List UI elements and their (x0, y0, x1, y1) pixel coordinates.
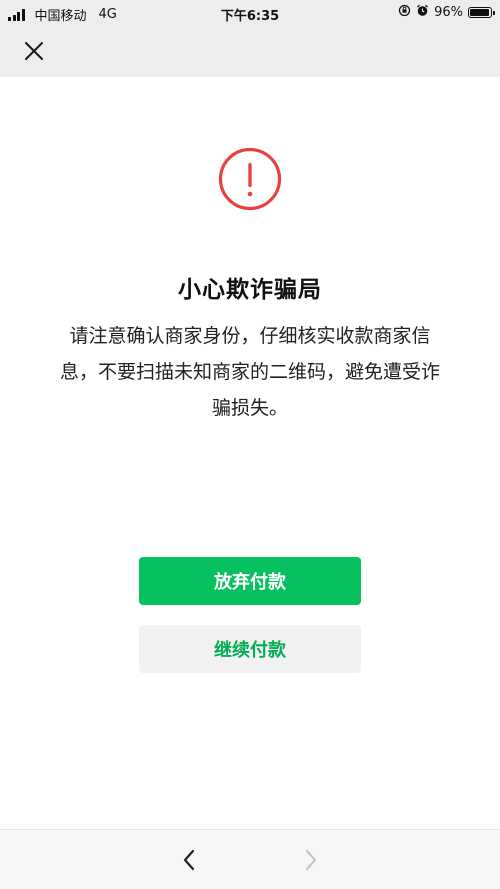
close-button[interactable] (14, 36, 54, 66)
chevron-right-icon (305, 849, 317, 871)
chevron-left-icon (183, 849, 195, 871)
status-right: 96% (398, 4, 495, 21)
battery-icon (468, 7, 495, 18)
orientation-lock-icon (398, 4, 411, 21)
back-button[interactable] (174, 846, 204, 874)
status-bar: 中国移动 4G 下午6:35 96% (0, 0, 500, 26)
exclamation-circle-icon (218, 147, 282, 211)
battery-fill (470, 9, 490, 16)
description-line: 请注意确认商家身份，仔细核实收款商家信 (69, 325, 431, 347)
bottom-toolbar (0, 829, 500, 889)
description-line: 骗损失。 (211, 397, 288, 419)
forward-button[interactable] (296, 846, 326, 874)
abandon-payment-button[interactable]: 放弃付款 (139, 557, 361, 605)
page-title: 小心欺诈骗局 (178, 277, 322, 303)
battery-percent: 96% (434, 5, 463, 20)
nav-bar (0, 26, 500, 77)
close-icon (25, 42, 43, 60)
continue-payment-button[interactable]: 继续付款 (139, 625, 361, 673)
alarm-icon (416, 4, 429, 21)
description-line: 息，不要扫描未知商家的二维码，避免遭受诈 (59, 361, 440, 383)
warning-description: 请注意确认商家身份，仔细核实收款商家信 息，不要扫描未知商家的二维码，避免遭受诈… (42, 318, 458, 426)
